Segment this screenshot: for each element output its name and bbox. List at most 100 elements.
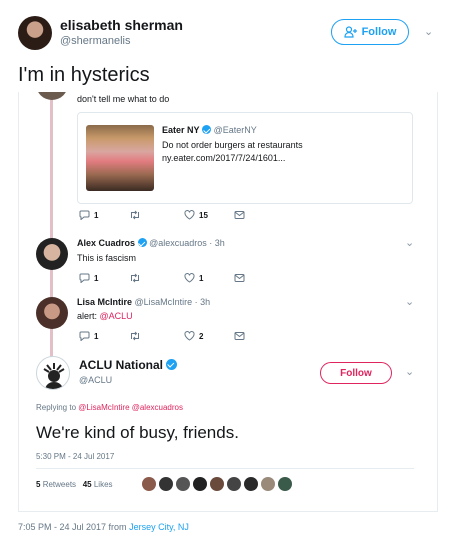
likes-label: Likes xyxy=(93,480,113,489)
like-icon xyxy=(184,273,195,283)
reply-name-alex[interactable]: Alex Cuadros xyxy=(77,238,135,248)
reply-header-lisa: Lisa McIntire @LisaMcIntire · 3h xyxy=(77,297,210,307)
like-count: 15 xyxy=(199,210,208,220)
quote-card[interactable]: Eater NY @EaterNY Do not order burgers a… xyxy=(77,112,413,204)
reply-icon xyxy=(79,273,90,283)
author-handle[interactable]: @shermanelis xyxy=(60,35,130,47)
verified-icon xyxy=(166,359,178,370)
tweet-text: I'm in hysterics xyxy=(18,64,150,86)
reply-handle-alex[interactable]: @alexcuadros · 3h xyxy=(149,238,225,248)
author-avatar[interactable] xyxy=(18,16,52,50)
likes-count: 45 xyxy=(82,480,92,489)
aclu-header: ACLU National xyxy=(79,358,178,372)
burger-image xyxy=(86,125,154,191)
chevron-down-icon[interactable]: ⌄ xyxy=(405,365,414,378)
reply-text-alex: This is fascism xyxy=(77,253,137,263)
location-link[interactable]: Jersey City, NJ xyxy=(129,522,189,532)
follow-button[interactable]: Follow xyxy=(331,19,409,45)
aclu-mention-link[interactable]: @ACLU xyxy=(100,311,133,321)
like-icon xyxy=(184,331,195,341)
reply-action[interactable]: 1 xyxy=(79,210,98,220)
liker-avatar[interactable] xyxy=(142,477,156,491)
top-tweet-actions: 1 15 xyxy=(79,210,259,224)
aclu-follow-button[interactable]: Follow xyxy=(320,362,392,384)
replying-to-prefix: Replying to xyxy=(36,403,77,412)
reply-count: 1 xyxy=(94,331,99,341)
quote-header: Eater NY @EaterNY xyxy=(162,125,257,135)
retweet-action[interactable] xyxy=(129,273,145,283)
likes-stat[interactable]: 45 Likes xyxy=(83,480,113,489)
retweet-action[interactable] xyxy=(129,210,145,220)
liker-avatar[interactable] xyxy=(227,477,241,491)
reply-actions-alex: 1 1 xyxy=(79,273,259,287)
follow-user-icon xyxy=(343,26,357,38)
retweets-label: Retweets xyxy=(42,480,77,489)
aclu-name[interactable]: ACLU National xyxy=(79,358,163,372)
reply-actions-lisa: 1 2 xyxy=(79,331,259,345)
quote-author[interactable]: Eater NY xyxy=(162,125,200,135)
verified-icon xyxy=(137,238,147,247)
like-action[interactable]: 15 xyxy=(184,210,208,220)
like-count: 2 xyxy=(199,331,204,341)
reply-count: 1 xyxy=(94,210,99,220)
reply-count: 1 xyxy=(94,273,99,283)
likers-avatars xyxy=(142,475,295,493)
aclu-handle[interactable]: @ACLU xyxy=(79,375,112,385)
reply-icon xyxy=(79,331,90,341)
retweets-count: 5 xyxy=(36,480,41,489)
message-icon xyxy=(234,211,245,219)
follow-label: Follow xyxy=(361,26,397,38)
aclu-avatar[interactable] xyxy=(36,356,70,390)
replying-to-line: Replying to @LisaMcIntire @alexcuadros xyxy=(36,403,183,412)
reply-text-prefix: alert: xyxy=(77,311,100,321)
message-icon xyxy=(234,274,245,282)
message-action[interactable] xyxy=(234,331,249,341)
outer-timestamp: 7:05 PM - 24 Jul 2017 from Jersey City, … xyxy=(18,522,189,532)
reply-icon xyxy=(79,210,90,220)
reply-text-lisa: alert: @ACLU xyxy=(77,311,133,321)
retweet-action[interactable] xyxy=(129,331,145,341)
quote-text: Do not order burgers at restaurants xyxy=(162,140,303,150)
replying-to-handles[interactable]: @LisaMcIntire @alexcuadros xyxy=(78,403,183,412)
liker-avatar[interactable] xyxy=(278,477,292,491)
chevron-down-icon[interactable]: ⌄ xyxy=(405,295,414,308)
top-avatar[interactable] xyxy=(36,92,68,100)
like-action[interactable]: 1 xyxy=(184,273,203,283)
reply-name-lisa[interactable]: Lisa McIntire xyxy=(77,297,132,307)
aclu-follow-label: Follow xyxy=(340,367,372,379)
liker-avatar[interactable] xyxy=(244,477,258,491)
chevron-down-icon[interactable]: ⌄ xyxy=(405,236,414,249)
engagement-stats: 5 Retweets 45 Likes xyxy=(36,480,113,489)
aclu-divider xyxy=(36,468,414,469)
liker-avatar[interactable] xyxy=(159,477,173,491)
reply-avatar-alex[interactable] xyxy=(36,238,68,270)
liker-avatar[interactable] xyxy=(193,477,207,491)
message-icon xyxy=(234,332,245,340)
reply-header-alex: Alex Cuadros @alexcuadros · 3h xyxy=(77,238,225,248)
retweet-icon xyxy=(131,210,139,220)
verified-icon xyxy=(202,125,212,134)
reply-action[interactable]: 1 xyxy=(79,331,98,341)
reply-avatar-lisa[interactable] xyxy=(36,297,68,329)
chevron-down-icon[interactable]: ⌄ xyxy=(424,25,433,38)
aclu-tweet-text: We're kind of busy, friends. xyxy=(36,423,239,442)
liker-avatar[interactable] xyxy=(210,477,224,491)
quote-handle[interactable]: @EaterNY xyxy=(214,125,257,135)
liker-avatar[interactable] xyxy=(261,477,275,491)
reply-handle-lisa[interactable]: @LisaMcIntire · 3h xyxy=(135,297,211,307)
like-action[interactable]: 2 xyxy=(184,331,203,341)
statue-of-liberty-icon xyxy=(43,363,65,389)
aclu-timestamp[interactable]: 5:30 PM - 24 Jul 2017 xyxy=(36,452,114,461)
like-count: 1 xyxy=(199,273,204,283)
outer-timestamp-text[interactable]: 7:05 PM - 24 Jul 2017 from xyxy=(18,522,127,532)
message-action[interactable] xyxy=(234,273,249,283)
liker-avatar[interactable] xyxy=(176,477,190,491)
retweet-icon xyxy=(131,273,139,283)
author-name[interactable]: elisabeth sherman xyxy=(60,17,183,33)
retweets-stat[interactable]: 5 Retweets xyxy=(36,480,76,489)
quote-link[interactable]: ny.eater.com/2017/7/24/1601... xyxy=(162,153,285,163)
top-tweet-text: don't tell me what to do xyxy=(77,94,170,104)
like-icon xyxy=(184,210,195,220)
reply-action[interactable]: 1 xyxy=(79,273,98,283)
message-action[interactable] xyxy=(234,210,249,220)
